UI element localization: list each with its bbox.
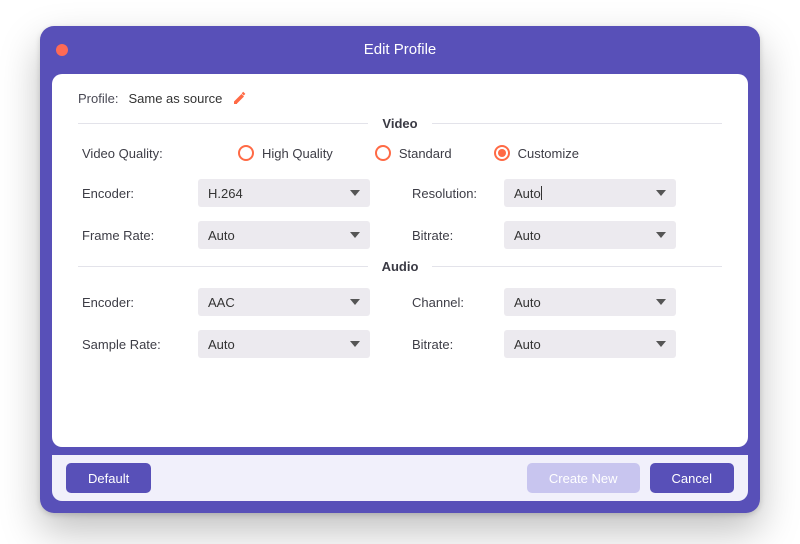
audio-bitrate-label: Bitrate: [412, 337, 504, 352]
edit-profile-window: Edit Profile Profile: Same as source Vid… [40, 26, 760, 513]
video-resolution-select[interactable]: Auto [504, 179, 676, 207]
chevron-down-icon [350, 341, 360, 347]
chevron-down-icon [350, 190, 360, 196]
select-value: Auto [514, 295, 541, 310]
create-new-button[interactable]: Create New [527, 463, 640, 493]
radio-label: Standard [399, 146, 452, 161]
radio-icon [238, 145, 254, 161]
profile-name: Same as source [128, 91, 222, 106]
chevron-down-icon [656, 232, 666, 238]
radio-icon [494, 145, 510, 161]
default-button[interactable]: Default [66, 463, 151, 493]
chevron-down-icon [656, 341, 666, 347]
video-bitrate-label: Bitrate: [412, 228, 504, 243]
audio-samplerate-select[interactable]: Auto [198, 330, 370, 358]
radio-icon [375, 145, 391, 161]
radio-customize[interactable]: Customize [494, 145, 579, 161]
edit-icon[interactable] [232, 90, 248, 106]
video-encoder-select[interactable]: H.264 [198, 179, 370, 207]
cancel-button[interactable]: Cancel [650, 463, 734, 493]
video-quality-row: Video Quality: High Quality Standard Cus… [78, 145, 722, 161]
audio-section-label: Audio [368, 259, 433, 274]
select-value: AAC [208, 295, 235, 310]
video-quality-label: Video Quality: [78, 146, 198, 161]
profile-row: Profile: Same as source [78, 90, 722, 106]
chevron-down-icon [656, 190, 666, 196]
footer: Default Create New Cancel [52, 455, 748, 501]
video-encoder-label: Encoder: [78, 186, 198, 201]
close-icon[interactable] [56, 44, 68, 56]
select-value: Auto [514, 228, 541, 243]
chevron-down-icon [350, 299, 360, 305]
radio-high-quality[interactable]: High Quality [238, 145, 333, 161]
select-value: Auto [208, 337, 235, 352]
video-bitrate-select[interactable]: Auto [504, 221, 676, 249]
audio-section-header: Audio [78, 259, 722, 274]
titlebar: Edit Profile [40, 26, 760, 74]
radio-label: High Quality [262, 146, 333, 161]
radio-standard[interactable]: Standard [375, 145, 452, 161]
audio-samplerate-label: Sample Rate: [78, 337, 198, 352]
audio-encoder-select[interactable]: AAC [198, 288, 370, 316]
audio-channel-select[interactable]: Auto [504, 288, 676, 316]
select-value: Auto [514, 186, 541, 201]
audio-bitrate-select[interactable]: Auto [504, 330, 676, 358]
chevron-down-icon [350, 232, 360, 238]
text-cursor [541, 186, 542, 200]
chevron-down-icon [656, 299, 666, 305]
window-title: Edit Profile [364, 41, 437, 58]
profile-label: Profile: [78, 91, 118, 106]
select-value: Auto [514, 337, 541, 352]
video-resolution-label: Resolution: [412, 186, 504, 201]
select-value: H.264 [208, 186, 243, 201]
audio-channel-label: Channel: [412, 295, 504, 310]
video-framerate-label: Frame Rate: [78, 228, 198, 243]
video-section-label: Video [368, 116, 431, 131]
radio-label: Customize [518, 146, 579, 161]
video-section-header: Video [78, 116, 722, 131]
select-value: Auto [208, 228, 235, 243]
content-panel: Profile: Same as source Video Video Qual… [52, 74, 748, 447]
audio-encoder-label: Encoder: [78, 295, 198, 310]
video-framerate-select[interactable]: Auto [198, 221, 370, 249]
